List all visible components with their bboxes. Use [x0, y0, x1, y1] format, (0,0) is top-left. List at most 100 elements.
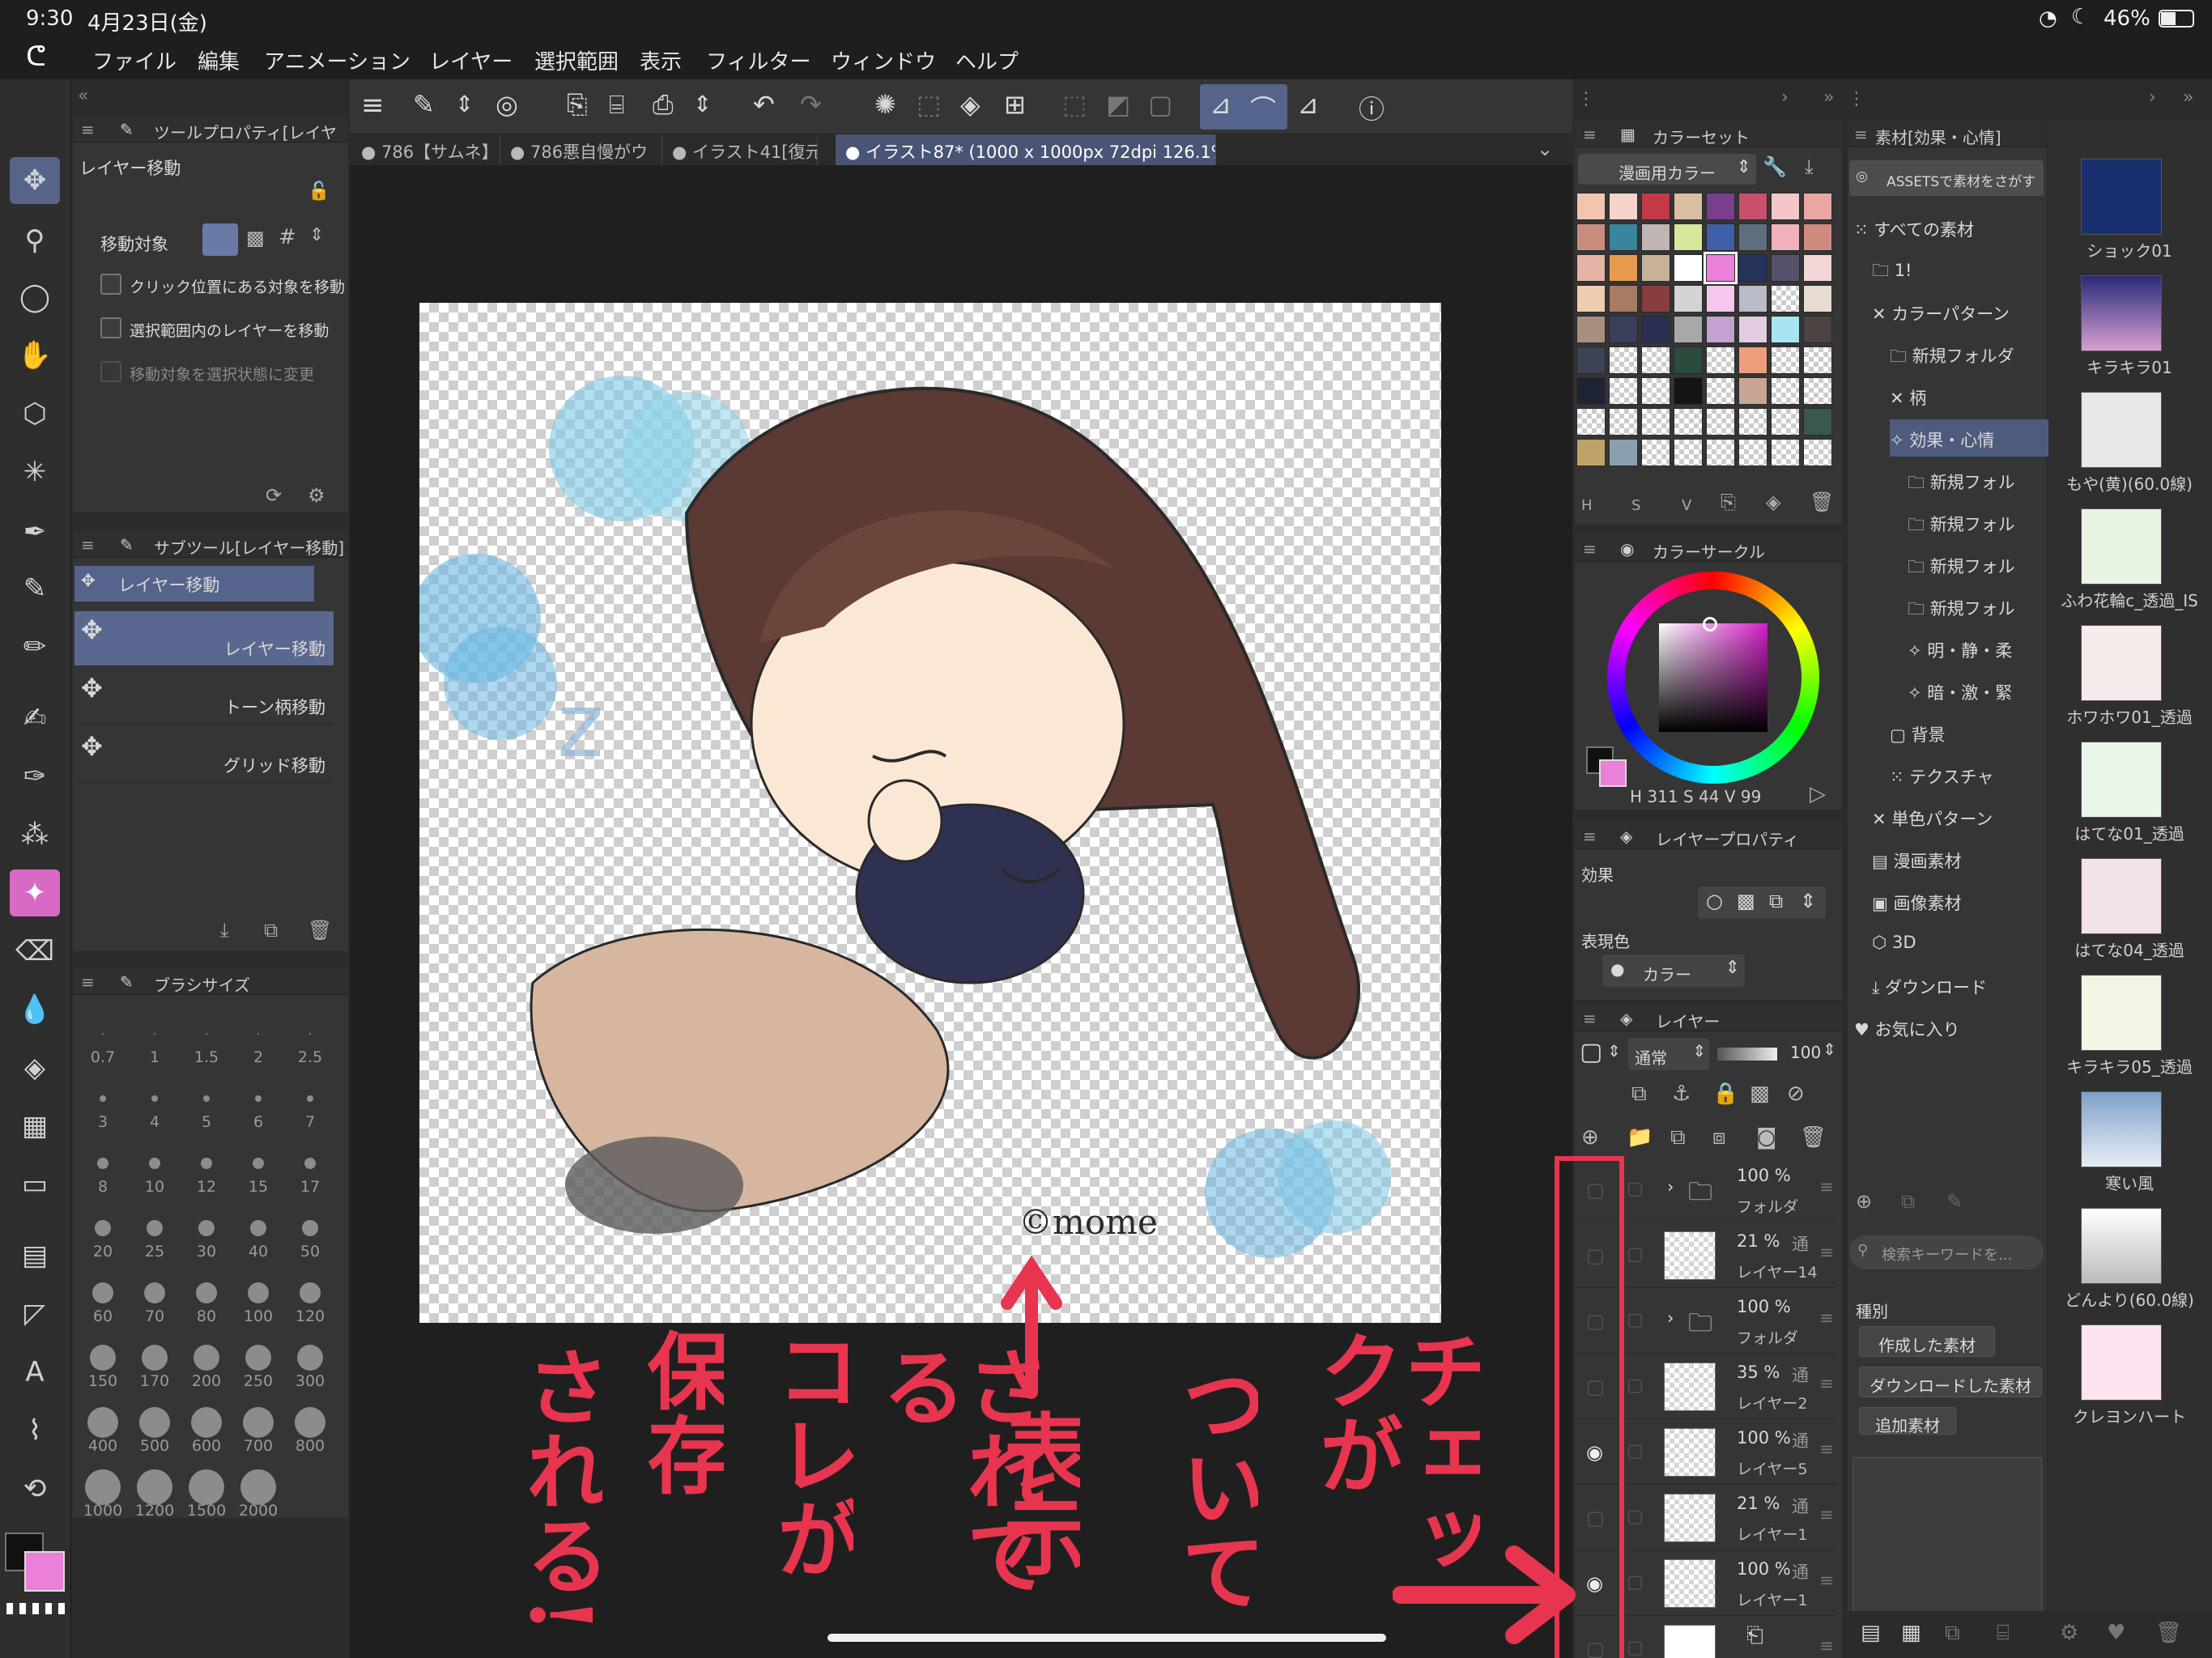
brush-size-cell[interactable]: 60: [78, 1262, 128, 1325]
color-swatch[interactable]: [1641, 316, 1670, 343]
edit-material-icon[interactable]: ✎: [1946, 1190, 1963, 1213]
brush-tool-icon[interactable]: ✍: [10, 695, 60, 742]
created-material-button[interactable]: 作成した素材: [1859, 1326, 1995, 1357]
tree-item-dark[interactable]: ✧ 暗・激・緊: [1908, 672, 2048, 709]
color-swatch[interactable]: [1576, 439, 1606, 466]
color-swatch[interactable]: [1803, 193, 1832, 220]
material-thumbnail[interactable]: [2081, 508, 2162, 585]
brush-size-cell[interactable]: 1000: [78, 1456, 128, 1520]
drag-handle-icon[interactable]: ≡: [1819, 1177, 1834, 1197]
material-thumbnail[interactable]: [2081, 1208, 2162, 1284]
decoration-tool-icon[interactable]: ✦: [10, 869, 60, 916]
selection-border-icon[interactable]: ▢: [1148, 89, 1172, 120]
brush-size-cell[interactable]: 17: [285, 1133, 335, 1196]
empty-swatch[interactable]: [1771, 346, 1800, 374]
layer-select-checkbox[interactable]: ▢: [1627, 1375, 1644, 1396]
stepper-icon[interactable]: ⇕: [1607, 1041, 1621, 1061]
blend-mode-dropdown[interactable]: 通常 ⇕: [1628, 1038, 1709, 1070]
material-thumbnail[interactable]: [2081, 275, 2162, 351]
pen-tool-icon[interactable]: ✎: [10, 565, 60, 612]
material-thumbnail[interactable]: [2081, 392, 2162, 468]
color-swatch[interactable]: [1771, 223, 1800, 251]
drag-handle-icon[interactable]: ≡: [1819, 1571, 1834, 1590]
3d-move-tool-icon[interactable]: ⬡: [10, 390, 60, 437]
brush-size-cell[interactable]: 6: [233, 1068, 283, 1131]
undo-icon[interactable]: ↶: [753, 89, 775, 120]
tone-icon[interactable]: ▩: [1737, 890, 1755, 912]
brush-size-cell[interactable]: 3: [78, 1068, 128, 1131]
color-swatch[interactable]: [1609, 193, 1638, 220]
brush-size-cell[interactable]: 400: [78, 1392, 128, 1455]
menu-layer[interactable]: レイヤー: [429, 45, 513, 75]
tree-item-download[interactable]: ⤓ ダウンロード: [1872, 967, 2048, 1004]
correct-line-tool-icon[interactable]: ⟲: [10, 1465, 60, 1512]
brush-size-cell[interactable]: 25: [130, 1197, 180, 1261]
wrench-icon[interactable]: 🔧: [1763, 155, 1787, 178]
color-swatch[interactable]: [1641, 254, 1670, 282]
lasso-tool-icon[interactable]: ◯: [10, 274, 60, 321]
color-swatch[interactable]: [1576, 285, 1606, 312]
brush-size-cell[interactable]: 170: [130, 1327, 180, 1390]
material-thumbnail[interactable]: [2081, 975, 2162, 1051]
brush-size-cell[interactable]: 2.5: [285, 1003, 335, 1066]
color-swatch[interactable]: [1576, 223, 1606, 251]
menu-icon[interactable]: ≡: [81, 120, 95, 139]
color-swatch[interactable]: [1609, 254, 1638, 282]
menu-window[interactable]: ウィンドウ: [831, 45, 936, 75]
sub-tool-group-tab[interactable]: ✥ レイヤー移動: [74, 566, 314, 602]
brush-size-cell[interactable]: 8: [78, 1133, 128, 1196]
drag-handle-icon[interactable]: ≡: [1819, 1374, 1834, 1393]
menu-icon[interactable]: ≡: [1583, 539, 1597, 559]
saturation-value-square[interactable]: [1659, 623, 1767, 732]
color-swatch[interactable]: [1576, 377, 1606, 405]
ruler-tool-icon[interactable]: ◸: [10, 1290, 60, 1337]
brush-size-cell[interactable]: 5: [181, 1068, 232, 1131]
layer-select-checkbox[interactable]: ▢: [1627, 1638, 1644, 1658]
color-swatch[interactable]: [1674, 193, 1703, 220]
brush-size-cell[interactable]: 600: [181, 1392, 232, 1455]
brush-size-cell[interactable]: 200: [181, 1327, 232, 1390]
color-swatch[interactable]: [1738, 254, 1767, 282]
chevron-down-icon[interactable]: ⌄: [1537, 138, 1553, 160]
color-swatch[interactable]: [1706, 193, 1735, 220]
tag-icon[interactable]: ⌸: [1997, 1621, 2010, 1646]
blend-tool-icon[interactable]: 💧: [10, 986, 60, 1033]
redo-icon[interactable]: ↷: [800, 89, 822, 120]
color-swatch[interactable]: [1576, 346, 1606, 374]
option-checkbox-3[interactable]: [100, 361, 121, 382]
airbrush-tool-icon[interactable]: ✑: [10, 753, 60, 800]
drag-handle-icon[interactable]: ≡: [1819, 1439, 1834, 1459]
empty-swatch[interactable]: [1609, 346, 1638, 374]
open-folder-icon[interactable]: ⌸: [609, 89, 624, 121]
snap-grid-icon[interactable]: ⊿: [1297, 89, 1319, 120]
color-swatch[interactable]: [1771, 193, 1800, 220]
color-swatch[interactable]: [1771, 316, 1800, 343]
empty-swatch[interactable]: [1576, 408, 1606, 436]
layer-select-checkbox[interactable]: ▢: [1627, 1244, 1644, 1265]
color-swatch[interactable]: [1641, 285, 1670, 312]
save-icon[interactable]: ⎙: [653, 89, 674, 121]
color-swatch[interactable]: [1704, 252, 1738, 284]
magic-wand-icon[interactable]: ✳: [10, 449, 60, 495]
empty-swatch[interactable]: [1738, 408, 1767, 436]
color-swatch[interactable]: [1674, 377, 1703, 405]
lock-icon[interactable]: 🔒: [1712, 1082, 1738, 1106]
sub-tool-item[interactable]: ✥ トーン柄移動: [74, 670, 334, 725]
material-thumbnail[interactable]: [2081, 1091, 2162, 1167]
color-swatch[interactable]: [1738, 193, 1767, 220]
tab-document-1[interactable]: ● 786【サムネ】: [350, 134, 500, 165]
menu-selection[interactable]: 選択範囲: [534, 45, 619, 75]
brush-size-cell[interactable]: 40: [233, 1197, 283, 1261]
illustration-canvas[interactable]: z ©mome: [419, 303, 1441, 1323]
grid-view-icon[interactable]: ▦: [1901, 1621, 1921, 1645]
color-swatch[interactable]: [1674, 223, 1703, 251]
copy-material-icon[interactable]: ⧉: [1901, 1190, 1915, 1213]
list-view-icon[interactable]: ▤: [1861, 1621, 1881, 1645]
import-icon[interactable]: ⤓: [220, 919, 229, 942]
circle-icon[interactable]: ○: [1706, 890, 1723, 912]
tree-item-image-material[interactable]: ▣ 画像素材: [1872, 882, 2048, 920]
empty-swatch[interactable]: [1706, 439, 1735, 466]
brush-size-cell[interactable]: 50: [285, 1197, 335, 1261]
color-swatch[interactable]: [1738, 316, 1767, 343]
dock-handle-icon[interactable]: ⋮: [1577, 89, 1595, 109]
